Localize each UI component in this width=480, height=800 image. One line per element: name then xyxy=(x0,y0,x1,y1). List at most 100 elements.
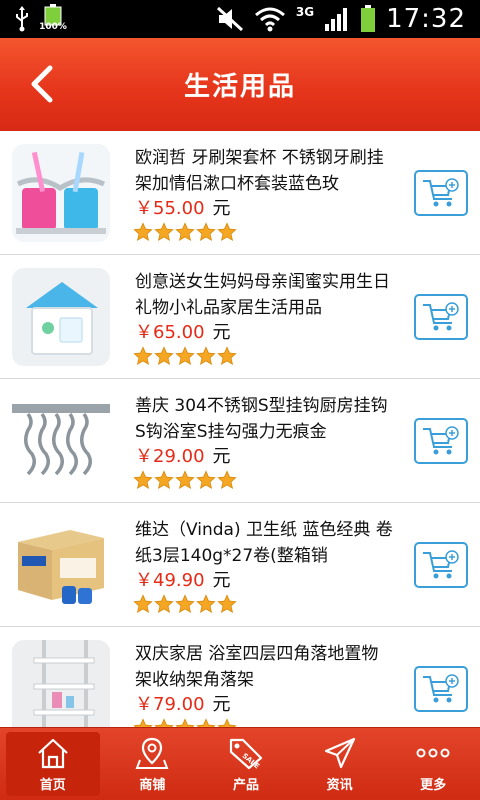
star-icon xyxy=(154,470,174,489)
bottom-nav: 首页 商铺 SALE 产品 资讯 更多 xyxy=(0,727,480,800)
product-image-house-box[interactable] xyxy=(12,268,110,366)
star-icon xyxy=(133,470,153,489)
nav-label: 更多 xyxy=(420,777,447,793)
star-icon xyxy=(133,346,153,365)
product-name[interactable]: 善庆 304不锈钢S型挂钩厨房挂钩S钩浴室S挂勾强力无痕金 xyxy=(135,393,395,445)
send-icon xyxy=(324,737,355,768)
nav-item-more[interactable]: 更多 xyxy=(386,728,480,800)
star-icon xyxy=(196,222,216,241)
price-value: ￥29.00 xyxy=(135,446,205,467)
clock: 17:32 xyxy=(386,4,466,34)
star-icon xyxy=(133,718,153,727)
network-type: 3G xyxy=(295,5,315,19)
rating-stars xyxy=(133,222,237,242)
product-image-toothbrush-cups[interactable] xyxy=(12,144,110,242)
add-to-cart-button[interactable] xyxy=(414,418,468,464)
product-price: ￥29.00 元 xyxy=(135,442,231,468)
cart-plus-icon xyxy=(423,302,459,331)
nav-item-products[interactable]: SALE 产品 xyxy=(199,728,293,800)
page-title: 生活用品 xyxy=(183,72,296,102)
add-to-cart-button[interactable] xyxy=(414,294,468,340)
price-unit: 元 xyxy=(212,198,231,219)
product-price: ￥49.90 元 xyxy=(135,566,231,592)
price-unit: 元 xyxy=(212,570,231,591)
more-icon xyxy=(416,748,450,757)
star-icon xyxy=(154,346,174,365)
product-image-s-hooks[interactable] xyxy=(12,392,110,490)
wifi-icon xyxy=(254,7,285,32)
back-button[interactable] xyxy=(24,60,64,108)
star-icon xyxy=(154,594,174,613)
sale-tag-icon: SALE xyxy=(229,738,263,770)
rating-stars xyxy=(133,346,237,366)
price-value: ￥65.00 xyxy=(135,322,205,343)
chevron-left-icon xyxy=(31,65,53,103)
add-to-cart-button[interactable] xyxy=(414,170,468,216)
star-icon xyxy=(217,718,237,727)
product-price: ￥65.00 元 xyxy=(135,318,231,344)
star-icon xyxy=(154,222,174,241)
star-icon xyxy=(196,718,216,727)
price-value: ￥49.90 xyxy=(135,570,205,591)
nav-label: 首页 xyxy=(39,777,66,793)
price-unit: 元 xyxy=(212,446,231,467)
price-value: ￥79.00 xyxy=(135,694,205,715)
rating-stars xyxy=(133,470,237,490)
cart-plus-icon xyxy=(423,426,459,455)
nav-label: 资讯 xyxy=(326,777,353,793)
star-icon xyxy=(217,346,237,365)
nav-item-shops[interactable]: 商铺 xyxy=(106,728,200,800)
product-name[interactable]: 双庆家居 浴室四层四角落地置物架收纳架角落架 xyxy=(135,641,395,693)
add-to-cart-button[interactable] xyxy=(414,542,468,588)
cart-plus-icon xyxy=(423,550,459,579)
rating-stars xyxy=(133,718,237,727)
battery-icon xyxy=(361,5,376,32)
price-value: ￥55.00 xyxy=(135,198,205,219)
product-list[interactable]: 欧润哲 牙刷架套杯 不锈钢牙刷挂架加情侣漱口杯套装蓝色玫 ￥55.00 元 创意… xyxy=(0,131,480,727)
nav-item-news[interactable]: 资讯 xyxy=(293,728,387,800)
cart-plus-icon xyxy=(423,674,459,703)
star-icon xyxy=(217,222,237,241)
nav-label: 商铺 xyxy=(139,777,166,793)
star-icon xyxy=(133,222,153,241)
price-unit: 元 xyxy=(212,322,231,343)
mute-icon xyxy=(216,6,243,32)
product-image-corner-shelf[interactable] xyxy=(12,640,110,727)
usb-icon xyxy=(16,6,28,32)
product-image-tissue-box[interactable] xyxy=(12,516,110,614)
star-icon xyxy=(196,346,216,365)
product-price: ￥55.00 元 xyxy=(135,194,231,220)
star-icon xyxy=(217,470,237,489)
rating-stars xyxy=(133,594,237,614)
add-to-cart-button[interactable] xyxy=(414,666,468,712)
nav-item-home[interactable]: 首页 xyxy=(6,732,100,796)
list-item[interactable]: 欧润哲 牙刷架套杯 不锈钢牙刷挂架加情侣漱口杯套装蓝色玫 ￥55.00 元 xyxy=(0,131,480,255)
star-icon xyxy=(175,470,195,489)
product-price: ￥79.00 元 xyxy=(135,690,231,716)
star-icon xyxy=(133,594,153,613)
list-item[interactable]: 双庆家居 浴室四层四角落地置物架收纳架角落架 ￥79.00 元 xyxy=(0,627,480,727)
signal-icon xyxy=(325,8,348,31)
battery-small-icon: 100% xyxy=(39,4,67,34)
star-icon xyxy=(175,222,195,241)
map-pin-icon xyxy=(135,737,169,769)
star-icon xyxy=(196,594,216,613)
star-icon xyxy=(154,718,174,727)
star-icon xyxy=(175,346,195,365)
star-icon xyxy=(175,718,195,727)
battery-small-label: 100% xyxy=(39,22,67,32)
list-item[interactable]: 善庆 304不锈钢S型挂钩厨房挂钩S钩浴室S挂勾强力无痕金 ￥29.00 元 xyxy=(0,379,480,503)
list-item[interactable]: 创意送女生妈妈母亲闺蜜实用生日礼物小礼品家居生活用品 ￥65.00 元 xyxy=(0,255,480,379)
home-icon xyxy=(38,738,68,768)
product-name[interactable]: 欧润哲 牙刷架套杯 不锈钢牙刷挂架加情侣漱口杯套装蓝色玫 xyxy=(135,145,395,197)
star-icon xyxy=(196,470,216,489)
star-icon xyxy=(175,594,195,613)
product-name[interactable]: 创意送女生妈妈母亲闺蜜实用生日礼物小礼品家居生活用品 xyxy=(135,269,395,321)
list-item[interactable]: 维达（Vinda) 卫生纸 蓝色经典 卷纸3层140g*27卷(整箱销 ￥49.… xyxy=(0,503,480,627)
product-name[interactable]: 维达（Vinda) 卫生纸 蓝色经典 卷纸3层140g*27卷(整箱销 xyxy=(135,517,395,569)
status-bar: 100% 3G 17:32 xyxy=(0,0,480,38)
app-header: 生活用品 xyxy=(0,38,480,131)
nav-label: 产品 xyxy=(232,777,259,793)
star-icon xyxy=(217,594,237,613)
price-unit: 元 xyxy=(212,694,231,715)
